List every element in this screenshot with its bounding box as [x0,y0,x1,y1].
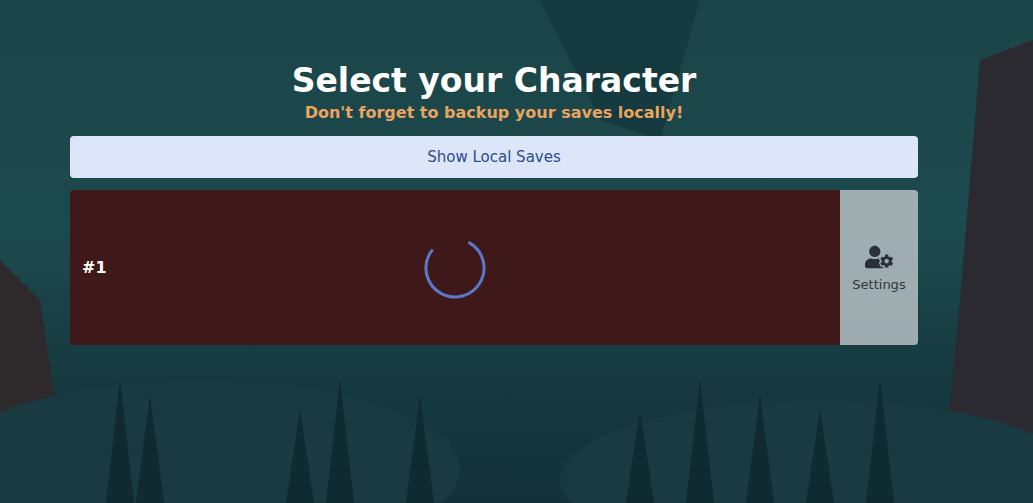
show-local-saves-button[interactable]: Show Local Saves [70,136,918,178]
screen-title: Select your Character [292,60,697,102]
character-card: #1 Settings [70,190,918,345]
character-number: #1 [82,258,122,277]
backup-warning: Don't forget to backup your saves locall… [305,102,684,124]
settings-label: Settings [852,277,905,292]
character-list: #1 Settings [70,190,918,345]
character-slot[interactable]: #1 [70,190,840,345]
settings-button[interactable]: Settings [840,190,918,345]
user-gear-icon [865,243,893,271]
spinner-slot [122,235,828,301]
loading-spinner-icon [422,235,488,301]
content: Select your CharacterDon't forget to bac… [70,0,918,345]
character-select-screen: Select your CharacterDon't forget to bac… [0,0,1033,503]
